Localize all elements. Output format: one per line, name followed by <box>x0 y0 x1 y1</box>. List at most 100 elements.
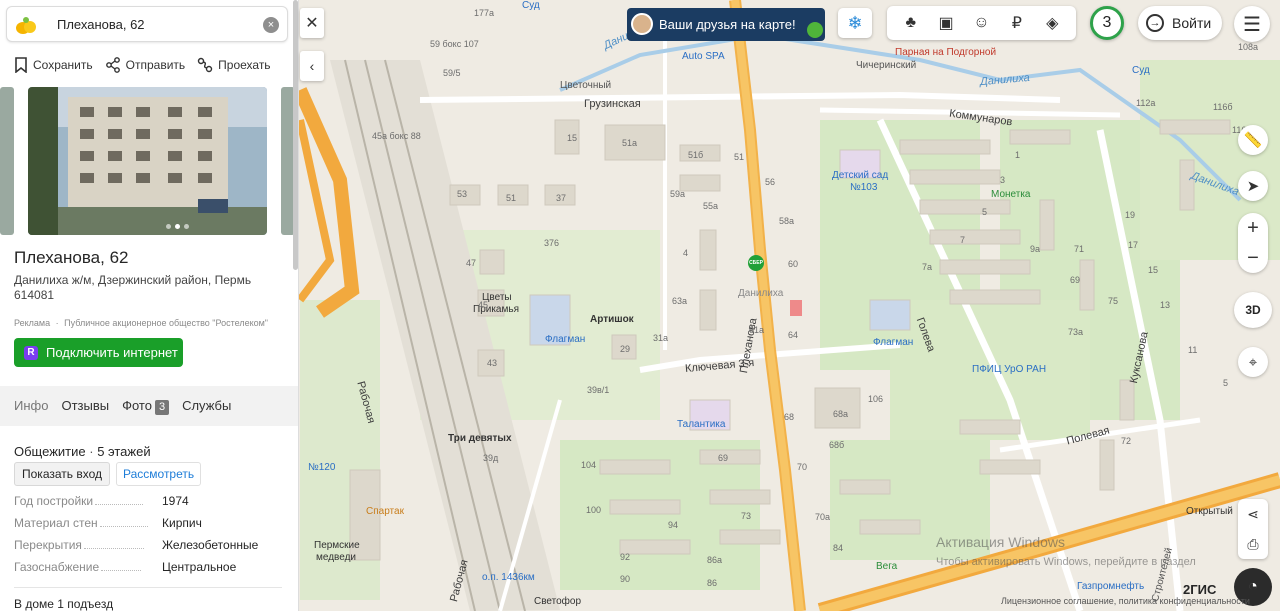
poi-label[interactable]: Auto SPA <box>682 51 725 63</box>
hamburger-icon: ☰ <box>1243 13 1261 36</box>
close-panel-button[interactable]: ✕ <box>300 8 324 38</box>
house-number: 59/5 <box>443 68 461 78</box>
save-button[interactable]: Сохранить <box>14 56 93 74</box>
poi-label[interactable]: №120 <box>308 462 335 474</box>
tree-icon[interactable]: ♣ <box>899 14 923 32</box>
guide-button[interactable]: ⌖ <box>1238 347 1268 377</box>
house-number: 9а <box>1030 244 1041 254</box>
search-input[interactable]: Плеханова, 62 <box>57 17 145 32</box>
3d-toggle-button[interactable]: 3D <box>1234 292 1272 328</box>
property-value: Центральное <box>162 560 237 574</box>
poi-label[interactable]: Парная на Подгорной <box>895 47 996 59</box>
poi-label[interactable]: Спартак <box>366 506 404 518</box>
house-number: 56 <box>765 177 776 187</box>
rostelecom-logo-icon: R <box>24 345 38 360</box>
layers-icon[interactable]: ◈ <box>1040 13 1064 33</box>
photo-thumbnail-prev[interactable] <box>0 87 14 235</box>
house-number: 68 <box>784 412 795 422</box>
house-number: 43 <box>487 358 498 368</box>
ruble-icon[interactable]: ₽ <box>1005 13 1029 33</box>
bus-icon[interactable]: ▣ <box>934 13 958 33</box>
poi-label[interactable]: Талантика <box>677 419 725 431</box>
property-row: Перекрытия Железобетонные <box>14 538 284 560</box>
poi-label[interactable]: Детский сад <box>832 170 888 182</box>
house-number: 53 <box>457 189 468 199</box>
poi-label[interactable]: Открытый <box>1186 506 1233 518</box>
house-number: 90 <box>620 574 631 584</box>
poi-label[interactable]: Суд <box>1132 65 1150 77</box>
share-button[interactable]: ⋖ <box>1238 499 1268 529</box>
connect-internet-button[interactable]: R Подключить интернет <box>14 338 183 367</box>
house-number: 104 <box>581 460 597 470</box>
house-number: 72 <box>1121 436 1132 446</box>
people-icon[interactable]: ☺ <box>969 14 993 32</box>
poi-label[interactable]: о.п. 1436км <box>482 572 535 584</box>
poi-label[interactable]: Светофор <box>534 596 581 608</box>
poi-label[interactable]: Три девятых <box>448 433 512 445</box>
my-location-button[interactable]: ➤ <box>1238 171 1268 201</box>
chat-icon: ◔ <box>1248 578 1258 595</box>
house-number: 39д <box>483 453 499 463</box>
clear-search-icon[interactable]: × <box>263 17 279 33</box>
poi-label[interactable]: Флагман <box>873 337 913 349</box>
tab-services[interactable]: Службы <box>182 398 231 415</box>
place-postcode: 614081 <box>14 288 55 302</box>
building-photo[interactable] <box>28 87 267 235</box>
snowflake-icon: ❄ <box>847 12 863 33</box>
zoom-out-button[interactable]: − <box>1238 243 1268 273</box>
app-root: Грузинская Ключевая 3-я Плеханова Голева… <box>0 0 1280 611</box>
poi-label[interactable]: медведи <box>316 552 356 564</box>
house-number: 11 <box>1188 345 1198 355</box>
house-number: 75 <box>1108 296 1119 306</box>
photo-gallery[interactable] <box>0 85 298 237</box>
poi-label[interactable]: Артишок <box>590 314 634 326</box>
license-link[interactable]: Лицензионное соглашение, политика конфид… <box>1001 596 1250 606</box>
view-3d-button[interactable]: Рассмотреть <box>116 462 202 486</box>
house-number: 3 <box>1000 175 1006 185</box>
house-number: 108а <box>1238 42 1259 52</box>
notifications-count-button[interactable]: 3 <box>1090 6 1124 40</box>
panel-scrollbar[interactable] <box>293 0 298 270</box>
search-bar[interactable]: Плеханова, 62 × <box>6 6 288 42</box>
property-key: Год постройки <box>14 494 94 508</box>
share-icon <box>105 57 120 73</box>
printer-icon: ⎙ <box>1247 535 1259 552</box>
print-button[interactable]: ⎙ <box>1238 529 1268 559</box>
friends-promo-banner[interactable]: Ваши друзья на карте! <box>627 8 825 41</box>
tab-reviews[interactable]: Отзывы <box>61 398 109 415</box>
send-button[interactable]: Отправить <box>105 56 185 74</box>
windows-activation-title: Активация Windows <box>936 534 1066 550</box>
poi-label[interactable]: Суд <box>522 0 540 12</box>
house-number: 51а <box>622 138 638 148</box>
house-number: 60 <box>788 259 799 269</box>
house-number: 15 <box>567 133 578 143</box>
poi-label[interactable]: ПФИЦ УрО РАН <box>972 364 1046 376</box>
poi-label[interactable]: Монетка <box>991 189 1031 201</box>
menu-button[interactable]: ☰ <box>1234 6 1270 42</box>
gallery-dots <box>166 224 189 229</box>
winter-mode-button[interactable]: ❄ <box>838 8 872 38</box>
house-number: 106 <box>868 394 884 404</box>
place-address: Данилиха ж/м, Дзержинский район, Пермь 6… <box>14 273 294 303</box>
property-key: Материал стен <box>14 516 98 530</box>
house-number: 29 <box>620 344 631 354</box>
route-button[interactable]: Проехать <box>197 56 271 74</box>
ruler-button[interactable]: 📏 <box>1238 125 1268 155</box>
collapse-panel-button[interactable]: ‹ <box>300 51 324 81</box>
poi-label[interactable]: №103 <box>850 182 877 194</box>
house-number: 94 <box>668 520 679 530</box>
poi-label[interactable]: Вега <box>876 561 897 573</box>
show-entrance-button[interactable]: Показать вход <box>14 462 110 486</box>
tab-photos[interactable]: Фото 3 <box>122 398 170 415</box>
house-number: 73 <box>741 511 752 521</box>
poi-label[interactable]: Флагман <box>545 334 585 346</box>
login-icon: → <box>1146 14 1164 32</box>
poi-label[interactable]: Пермские <box>314 540 360 552</box>
login-button[interactable]: → Войти <box>1138 6 1222 40</box>
zoom-in-button[interactable]: + <box>1238 213 1268 243</box>
tab-info[interactable]: Инфо <box>14 398 48 415</box>
sber-atm-icon[interactable]: СБЕР <box>748 255 764 271</box>
house-number: 86 <box>707 578 718 588</box>
building-photo-image <box>28 87 267 235</box>
poi-label[interactable]: Газпромнефть <box>1077 581 1144 593</box>
